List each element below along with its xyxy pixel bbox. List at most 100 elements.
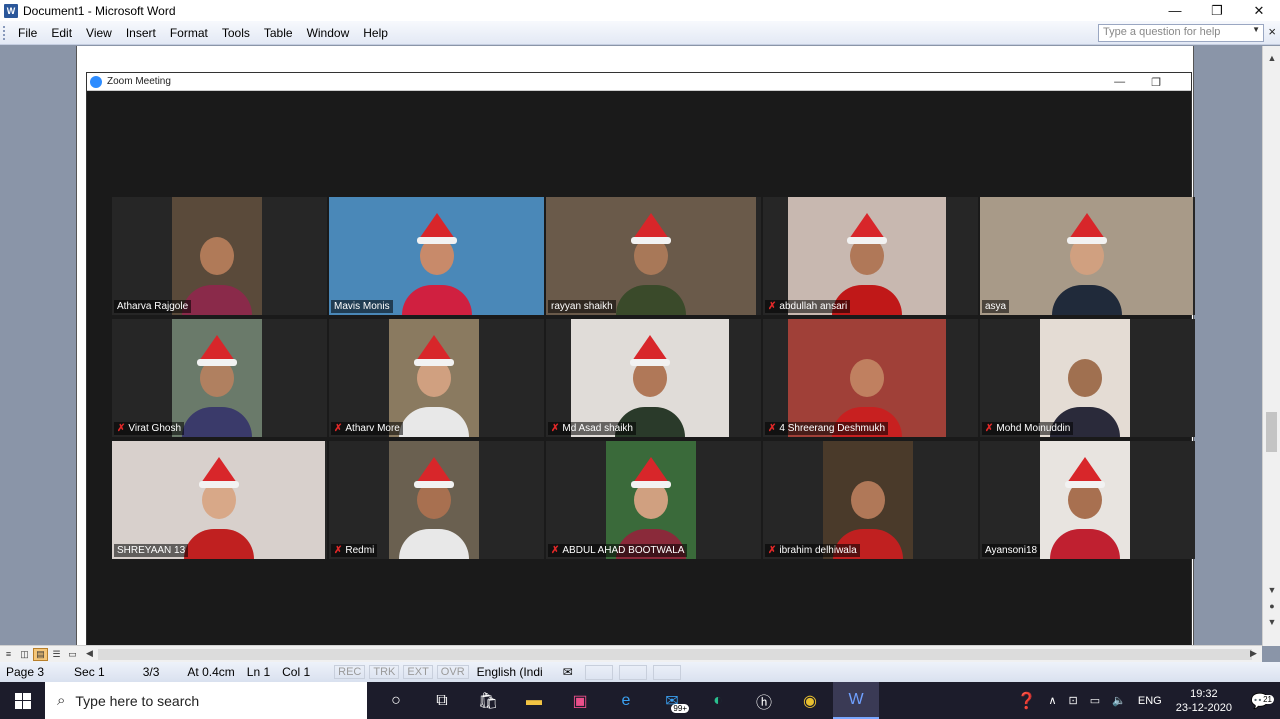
menu-table[interactable]: Table — [257, 26, 300, 40]
close-button[interactable]: ✕ — [1238, 0, 1280, 21]
participant-name-label: ✗ Redmi — [331, 544, 378, 557]
zoom-meeting-window[interactable]: Zoom Meeting — ❐ Atharva Rajgole Mavis Mo… — [86, 72, 1195, 646]
battery-icon[interactable]: ▭ — [1084, 694, 1106, 707]
participant-tile[interactable]: SHREYAAN 13 — [112, 441, 327, 559]
status-bar: Page 3 Sec 1 3/3 At 0.4cm Ln 1 Col 1 REC… — [0, 662, 1280, 682]
participant-tile[interactable]: ✗ ABDUL AHAD BOOTWALA — [546, 441, 761, 559]
participant-tile[interactable]: ✗ ibrahim delhiwala — [763, 441, 978, 559]
mail-icon[interactable]: ✉ 99+ — [649, 682, 695, 719]
participant-tile[interactable]: asya — [980, 197, 1195, 315]
zoom-logo-icon — [90, 75, 102, 88]
participant-tile[interactable]: ✗ Virat Ghosh — [112, 319, 327, 437]
reading-view-icon[interactable]: ▭ — [65, 648, 80, 661]
minimize-button[interactable]: — — [1154, 0, 1196, 21]
internet-explorer-icon[interactable]: e — [603, 682, 649, 719]
scroll-down-icon[interactable]: ▼ — [1263, 582, 1280, 598]
menu-window[interactable]: Window — [300, 26, 357, 40]
participant-name: Md Asad shaikh — [562, 423, 633, 434]
clock-time: 19:32 — [1190, 687, 1218, 700]
document-close-button[interactable]: × — [1268, 24, 1276, 39]
spelling-check-icon[interactable]: ✉ — [557, 665, 579, 679]
status-ovr[interactable]: OVR — [436, 665, 469, 679]
participant-face — [200, 237, 234, 275]
participant-tile[interactable]: ✗ Redmi — [329, 441, 544, 559]
task-view-icon[interactable]: ⧉ — [419, 682, 465, 719]
help-icon[interactable]: ❓ — [1011, 691, 1043, 711]
participant-video — [329, 197, 544, 315]
menu-help[interactable]: Help — [356, 26, 395, 40]
muted-mic-icon: ✗ — [334, 423, 343, 434]
participant-name: abdullah ansari — [779, 301, 848, 312]
scroll-right-icon[interactable]: ▶ — [1250, 648, 1257, 659]
scroll-thumb[interactable] — [1266, 412, 1277, 452]
status-trk[interactable]: TRK — [369, 665, 400, 679]
print-layout-view-icon[interactable]: ▤ — [33, 647, 48, 661]
file-explorer-icon[interactable]: ▬ — [511, 682, 557, 719]
santa-hat-icon — [414, 335, 454, 366]
participant-tile[interactable]: Atharva Rajgole — [112, 197, 327, 315]
menu-grip-handle[interactable] — [3, 25, 11, 40]
participant-name: Redmi — [345, 545, 375, 556]
restore-button[interactable]: ❐ — [1196, 0, 1238, 21]
participant-body — [399, 529, 469, 559]
next-page-icon[interactable]: ▼ — [1263, 614, 1280, 630]
store-icon[interactable]: 🛍 — [465, 682, 511, 719]
windows-taskbar: ⌕ Type here to search ○ ⧉ 🛍 ▬ ▣ e ✉ 99+ ◐… — [0, 682, 1280, 719]
participant-tile[interactable]: Ayansoni18 — [980, 441, 1195, 559]
menu-file[interactable]: File — [11, 26, 44, 40]
cortana-icon[interactable]: ○ — [373, 682, 419, 719]
word-taskbar-icon[interactable]: W — [833, 682, 879, 719]
window-controls: — ❐ ✕ — [1154, 0, 1280, 21]
status-rec[interactable]: REC — [334, 665, 366, 679]
participant-name-label: ✗ Atharv More — [331, 422, 403, 435]
prev-page-icon[interactable]: ● — [1263, 598, 1280, 614]
participant-grid: Atharva Rajgole Mavis Monis rayyan shaikh ✗… — [112, 197, 1195, 559]
participant-tile[interactable]: ✗ abdullah ansari — [763, 197, 978, 315]
participant-tile[interactable]: rayyan shaikh — [546, 197, 761, 315]
edge-icon[interactable]: ◐ — [695, 682, 741, 719]
status-language[interactable]: English (Indi — [471, 665, 549, 679]
notification-icon[interactable]: 💬 21 — [1240, 692, 1280, 710]
taskbar-search-box[interactable]: ⌕ Type here to search — [45, 682, 367, 719]
status-ext[interactable]: EXT — [403, 665, 433, 679]
participant-video — [980, 197, 1193, 315]
input-language[interactable]: ENG — [1132, 695, 1168, 707]
menu-format[interactable]: Format — [163, 26, 215, 40]
vertical-scrollbar[interactable]: ▲ ▼ ● ▼ — [1262, 46, 1280, 646]
participant-body — [616, 285, 686, 315]
menu-insert[interactable]: Insert — [119, 26, 163, 40]
network-icon[interactable]: ⊡ — [1063, 694, 1084, 707]
menu-edit[interactable]: Edit — [44, 26, 79, 40]
horizontal-scroll-track[interactable] — [98, 649, 1252, 660]
participant-tile[interactable]: ✗ Mohd Moinuddin — [980, 319, 1195, 437]
menu-tools[interactable]: Tools — [215, 26, 257, 40]
participant-tile[interactable]: ✗ 4 Shreerang Deshmukh — [763, 319, 978, 437]
zoom-restore-button[interactable]: ❐ — [1151, 76, 1161, 89]
scroll-up-icon[interactable]: ▲ — [1263, 50, 1280, 66]
hp-icon[interactable]: ⓗ — [741, 682, 787, 719]
help-search-input[interactable]: Type a question for help — [1098, 24, 1264, 42]
chevron-up-icon[interactable]: ∧ — [1042, 694, 1062, 707]
participant-tile[interactable]: Mavis Monis — [329, 197, 544, 315]
scroll-left-icon[interactable]: ◀ — [86, 648, 93, 659]
status-page: Page 3 — [6, 665, 45, 679]
menu-view[interactable]: View — [79, 26, 119, 40]
participant-tile[interactable]: ✗ Md Asad shaikh — [546, 319, 761, 437]
participant-video — [389, 319, 479, 437]
volume-icon[interactable]: 🔈 — [1106, 694, 1132, 707]
participant-tile[interactable]: ✗ Atharv More — [329, 319, 544, 437]
zoom-minimize-button[interactable]: — — [1114, 76, 1125, 88]
photos-app-icon[interactable]: ▣ — [557, 682, 603, 719]
participant-body — [399, 407, 469, 437]
chrome-icon[interactable]: ◉ — [787, 682, 833, 719]
start-button[interactable] — [0, 682, 45, 719]
dropdown-arrow-icon[interactable]: ▼ — [1252, 25, 1260, 34]
participant-name: Atharva Rajgole — [117, 301, 189, 312]
normal-view-icon[interactable]: ≡ — [1, 648, 16, 661]
web-layout-view-icon[interactable]: ◫ — [17, 648, 32, 661]
clock[interactable]: 19:32 23-12-2020 — [1168, 687, 1240, 715]
word-app-icon[interactable]: W — [4, 3, 18, 18]
outline-view-icon[interactable]: ☰ — [49, 648, 64, 661]
horizontal-scrollbar[interactable]: ≡ ◫ ▤ ☰ ▭ ◀ ▶ — [0, 645, 1262, 662]
participant-name-label: asya — [982, 300, 1010, 313]
